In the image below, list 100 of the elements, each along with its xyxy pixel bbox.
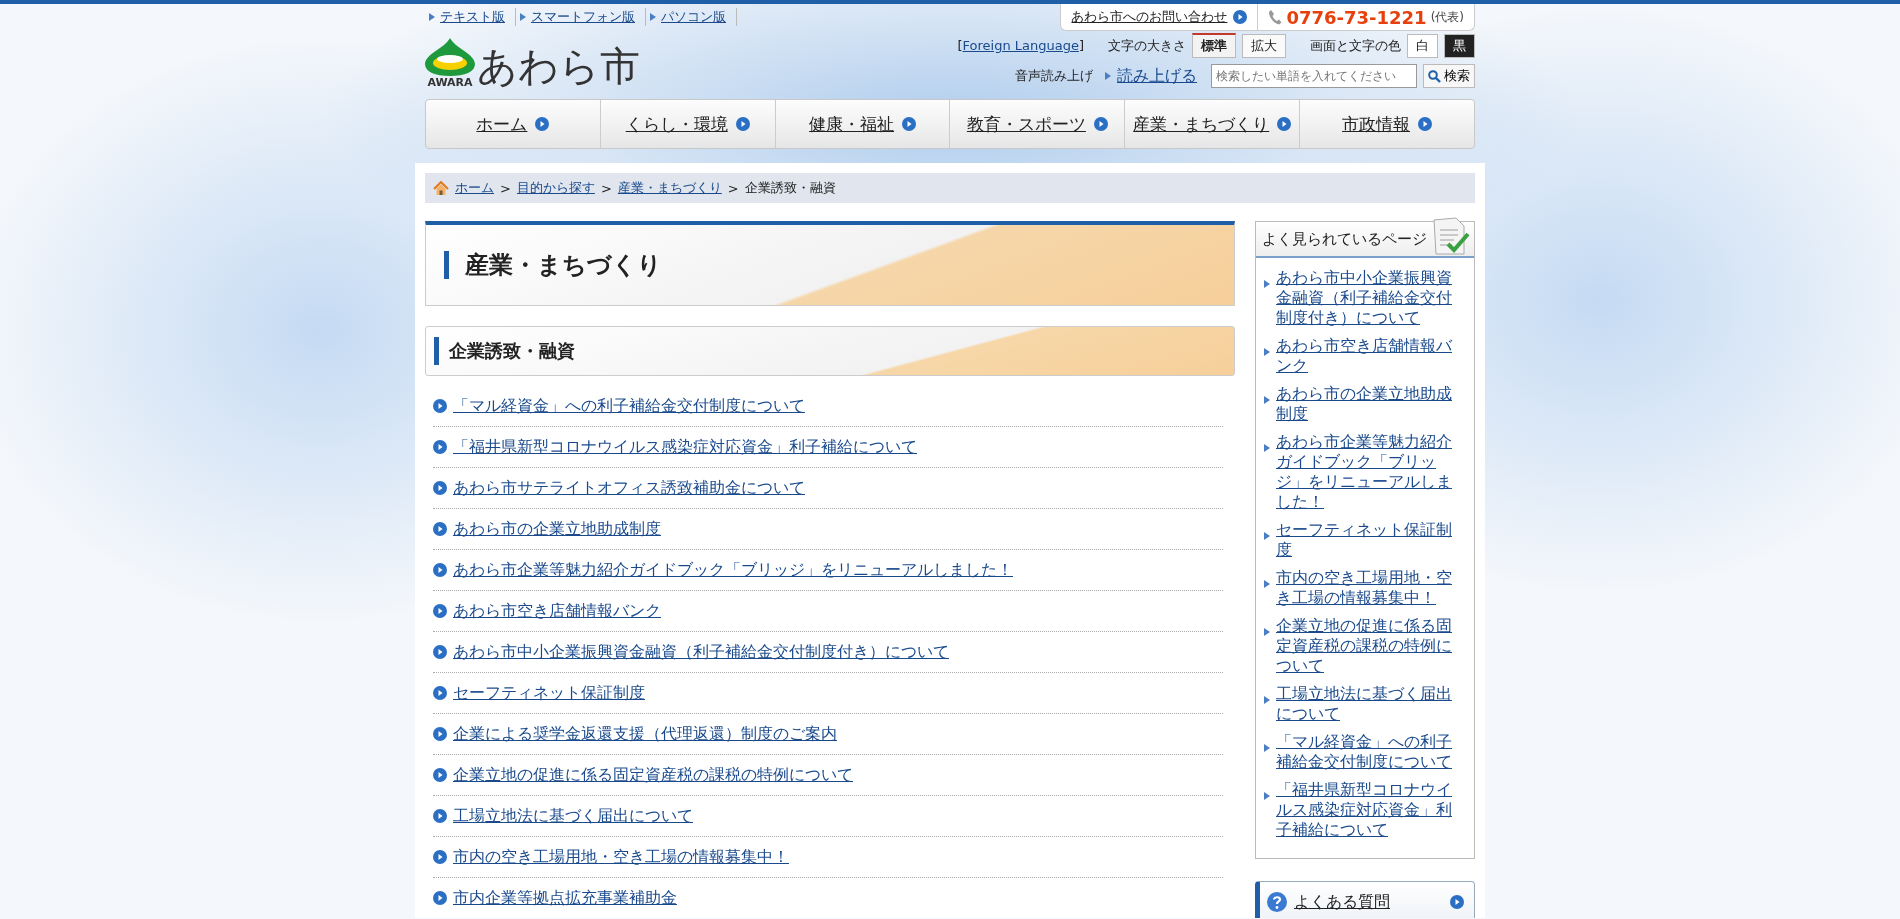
triangle-icon (1264, 348, 1270, 356)
nav-item[interactable]: 市政情報 (1300, 100, 1474, 148)
article-link[interactable]: 企業立地の促進に係る固定資産税の課税の特例について (453, 764, 853, 786)
bracket: [ (957, 38, 963, 53)
accent-bar (444, 251, 449, 279)
read-aloud-label: 音声読み上げ (1015, 67, 1093, 85)
arrow-circle-icon (433, 809, 447, 823)
phone-icon (1268, 9, 1283, 25)
home-icon (433, 180, 449, 196)
arrow-circle-icon (535, 117, 550, 131)
search-icon (1428, 69, 1441, 83)
arrow-circle-icon (1093, 117, 1108, 131)
article-link[interactable]: 「福井県新型コロナウイルス感染症対応資金」利子補給について (453, 436, 917, 458)
current-page-label: 企業誘致・融資 (744, 179, 836, 197)
phone-note: (代表) (1430, 8, 1464, 26)
arrow-circle-icon (433, 399, 447, 413)
article-link[interactable]: あわら市空き店舗情報バンク (453, 600, 661, 622)
popular-page-link[interactable]: セーフティネット保証制度 (1276, 520, 1464, 560)
arrow-circle-icon (433, 727, 447, 741)
article-link[interactable]: あわら市中小企業振興資金融資（利子補給金交付制度付き）について (453, 641, 949, 663)
question-icon (1266, 891, 1288, 913)
accent-bar (434, 337, 439, 365)
nav-item[interactable]: くらし・環境 (600, 100, 776, 148)
page-title: 産業・まちづくり (465, 250, 662, 281)
arrow-circle-icon (433, 604, 447, 618)
nav-item[interactable]: 健康・福祉 (775, 100, 951, 148)
article-link[interactable]: あわら市企業等魅力紹介ガイドブック「ブリッジ」をリニューアルしました！ (453, 559, 1013, 581)
nav-item[interactable]: ホーム (426, 100, 601, 148)
arrow-circle-icon (433, 850, 447, 864)
breadcrumb-link[interactable]: 産業・まちづくり (617, 179, 722, 197)
font-size-button[interactable]: 拡大 (1242, 33, 1286, 58)
article-link[interactable]: 市内の空き工場用地・空き工場の情報募集中！ (453, 846, 789, 868)
arrow-circle-icon (1418, 117, 1433, 131)
phone-number: 0776-73-1221 (1286, 6, 1427, 28)
color-scheme-button[interactable]: 白 (1407, 33, 1438, 58)
triangle-icon (650, 13, 656, 21)
triangle-icon (1264, 744, 1270, 752)
breadcrumb-link[interactable]: 目的から探す (516, 179, 595, 197)
top-link[interactable]: スマートフォン版 (516, 8, 646, 26)
breadcrumb-separator: > (500, 180, 511, 196)
article-link[interactable]: 「マル経資金」への利子補給金交付制度について (453, 395, 805, 417)
triangle-icon (1264, 696, 1270, 704)
triangle-icon (1264, 280, 1270, 288)
article-link[interactable]: セーフティネット保証制度 (453, 682, 645, 704)
arrow-circle-icon (433, 686, 447, 700)
triangle-icon (520, 13, 526, 21)
arrow-circle-icon (433, 768, 447, 782)
popular-page-link[interactable]: 「マル経資金」への利子補給金交付制度について (1276, 732, 1464, 772)
popular-page-link[interactable]: あわら市中小企業振興資金融資（利子補給金交付制度付き）について (1276, 268, 1464, 328)
popular-page-link[interactable]: 企業立地の促進に係る固定資産税の課税の特例について (1276, 616, 1464, 676)
arrow-circle-icon (433, 522, 447, 536)
arrow-circle-icon (1450, 895, 1464, 909)
popular-page-link[interactable]: 工場立地法に基づく届出について (1276, 684, 1464, 724)
color-scheme-label: 画面と文字の色 (1310, 36, 1401, 55)
article-link[interactable]: 工場立地法に基づく届出について (453, 805, 693, 827)
triangle-icon (1264, 396, 1270, 404)
breadcrumb-link[interactable]: ホーム (455, 179, 494, 197)
font-size-button[interactable]: 標準 (1192, 33, 1236, 58)
breadcrumb-separator: > (727, 180, 739, 196)
arrow-circle-icon (902, 117, 917, 131)
article-link[interactable]: 企業による奨学金返還支援（代理返還）制度のご案内 (453, 723, 837, 745)
triangle-icon (1264, 580, 1270, 588)
triangle-icon (1264, 792, 1270, 800)
search-button[interactable]: 検索 (1423, 64, 1475, 88)
logo-icon (425, 38, 475, 76)
bracket: ] (1078, 38, 1084, 53)
contact-link[interactable]: あわら市へのお問い合わせ (1061, 4, 1259, 30)
top-link[interactable]: パソコン版 (646, 8, 737, 26)
panel-title: よく見られているページ (1262, 229, 1427, 249)
search-field[interactable]: 検索したい単語を入れてください (1211, 64, 1417, 88)
arrow-circle-icon (433, 481, 447, 495)
popular-page-link[interactable]: あわら市の企業立地助成制度 (1276, 384, 1464, 424)
popular-page-link[interactable]: あわら市空き店舗情報バンク (1276, 336, 1464, 376)
arrow-circle-icon (433, 440, 447, 454)
arrow-circle-icon (433, 891, 447, 905)
nav-item[interactable]: 教育・スポーツ (950, 100, 1126, 148)
article-link[interactable]: あわら市サテライトオフィス誘致補助金について (453, 477, 805, 499)
triangle-icon (1264, 444, 1270, 452)
arrow-circle-icon (1233, 10, 1248, 24)
arrow-circle-icon (735, 117, 750, 131)
popular-page-link[interactable]: 市内の空き工場用地・空き工場の情報募集中！ (1276, 568, 1464, 608)
section-title: 企業誘致・融資 (449, 339, 575, 363)
article-link[interactable]: あわら市の企業立地助成制度 (453, 518, 661, 540)
popular-page-link[interactable]: 「福井県新型コロナウイルス感染症対応資金」利子補給について (1276, 780, 1464, 840)
color-scheme-button[interactable]: 黒 (1444, 33, 1475, 58)
triangle-icon (429, 13, 435, 21)
popular-page-link[interactable]: あわら市企業等魅力紹介ガイドブック「ブリッジ」をリニューアルしました！ (1276, 432, 1464, 512)
article-link[interactable]: 市内企業等拠点拡充事業補助金 (453, 887, 677, 909)
triangle-icon (1264, 532, 1270, 540)
foreign-language-link[interactable]: Foreign Language (962, 38, 1079, 53)
logo-name: あわら市 (477, 43, 640, 89)
logo-romaji: AWARA (427, 76, 473, 89)
triangle-icon (1105, 72, 1111, 80)
read-aloud-link[interactable]: 読み上げる (1105, 65, 1197, 87)
top-link[interactable]: テキスト版 (425, 8, 516, 26)
arrow-circle-icon (1277, 117, 1292, 131)
font-size-label: 文字の大きさ (1108, 36, 1186, 55)
triangle-icon (1264, 628, 1270, 636)
arrow-circle-icon (433, 645, 447, 659)
nav-item[interactable]: 産業・まちづくり (1125, 100, 1301, 148)
